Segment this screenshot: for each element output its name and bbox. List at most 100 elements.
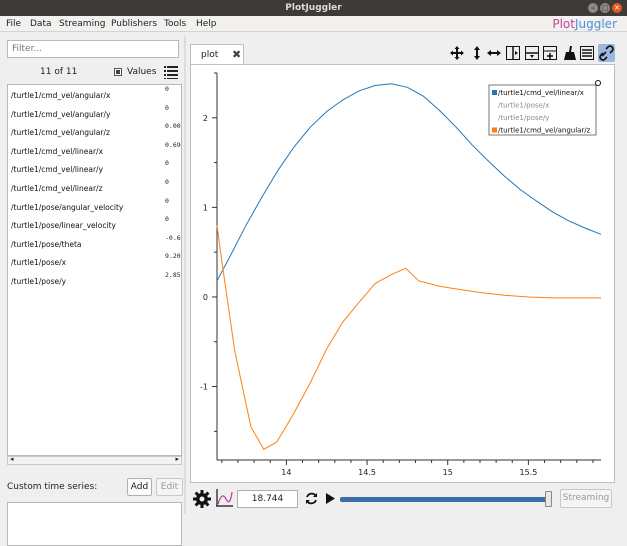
list-item[interactable]: /turtle1/cmd_vel/linear/z 0 (8, 178, 181, 196)
list-item[interactable]: /turtle1/pose/angular_velocity 0 (8, 196, 181, 215)
list-item[interactable]: /turtle1/pose/theta -0.62 (8, 233, 181, 252)
streaming-button[interactable]: Streaming (560, 489, 612, 508)
split-horizontal-icon[interactable] (506, 46, 520, 60)
legend-swatch (492, 127, 497, 133)
series-value: 9.20 (165, 252, 181, 261)
scroll-left-icon[interactable]: ◂ (10, 455, 14, 463)
plot-area[interactable]: -1 0 1 2 14 14.5 15 15.5 /turtle1/cmd_vel/linea… (190, 64, 615, 483)
edit-custom-button[interactable]: Edit (156, 478, 183, 496)
minimize-button[interactable]: – (588, 3, 598, 13)
x-tick-label: 15 (443, 468, 453, 477)
vertical-zoom-icon[interactable] (470, 46, 484, 60)
series-value: 0 (165, 159, 169, 168)
loop-icon[interactable] (304, 491, 319, 506)
menu-tools[interactable]: Tools (164, 16, 186, 32)
menu-help[interactable]: Help (196, 16, 217, 32)
move-icon[interactable] (450, 46, 464, 60)
series-line (216, 225, 601, 450)
menu-bar: File Data Streaming Publishers Tools Hel… (0, 16, 627, 32)
series-value: 0 (165, 85, 169, 93)
legend-entry: /turtle1/cmd_vel/angular/z (498, 127, 591, 135)
series-value: -0.62 (165, 233, 181, 242)
y-tick-label: 2 (203, 114, 208, 123)
values-checkbox[interactable] (114, 68, 122, 76)
x-tick-label: 15.5 (519, 468, 537, 477)
series-name: /turtle1/pose/linear_velocity (11, 221, 116, 231)
scroll-right-icon[interactable]: ▸ (175, 455, 179, 463)
time-slider[interactable] (340, 497, 550, 502)
timeseries-list[interactable]: /turtle1/cmd_vel/angular/x 0/turtle1/cmd_… (7, 84, 182, 456)
series-name: /turtle1/pose/angular_velocity (11, 202, 124, 212)
list-view-icon[interactable] (164, 65, 178, 79)
tab-plot[interactable]: plot ✖ (190, 44, 244, 66)
horizontal-scrollbar[interactable]: ◂ ▸ (7, 455, 182, 465)
legend-handle (595, 80, 601, 86)
list-item[interactable]: /turtle1/cmd_vel/angular/y 0 (8, 104, 181, 122)
series-name: /turtle1/cmd_vel/linear/x (11, 146, 104, 156)
filter-input[interactable] (7, 40, 179, 58)
series-name: /turtle1/pose/y (11, 277, 67, 286)
legend-icon[interactable] (580, 46, 594, 60)
legend-entry: /turtle1/cmd_vel/linear/x (498, 89, 584, 97)
menu-streaming[interactable]: Streaming (59, 16, 105, 32)
series-name: /turtle1/pose/theta (11, 239, 82, 249)
x-tick-label: 14.5 (358, 468, 376, 477)
custom-series-list[interactable] (7, 502, 182, 546)
panel-splitter[interactable] (184, 36, 186, 514)
title-bar: PlotJuggler – □ ✕ (0, 0, 627, 16)
series-name: /turtle1/cmd_vel/angular/x (11, 91, 111, 100)
app-logo: PlotJuggler (552, 17, 617, 31)
settings-gear-icon[interactable] (193, 490, 211, 508)
add-custom-button[interactable]: Add (127, 478, 152, 496)
legend-swatch (492, 90, 497, 95)
time-input[interactable]: 18.744 (237, 490, 298, 508)
tab-bar: plot ✖ (190, 40, 615, 66)
series-value: 0 (165, 196, 169, 205)
list-item[interactable]: /turtle1/cmd_vel/angular/x 0 (8, 85, 181, 103)
series-name: /turtle1/pose/x (11, 258, 67, 268)
menu-file[interactable]: File (6, 16, 21, 32)
tab-close-icon[interactable]: ✖ (232, 48, 241, 61)
close-button[interactable]: ✕ (612, 3, 622, 13)
list-item[interactable]: /turtle1/cmd_vel/linear/x 0.69 (8, 140, 181, 159)
menu-publishers[interactable]: Publishers (111, 16, 157, 32)
list-item[interactable]: /turtle1/pose/linear_velocity 0 (8, 215, 181, 233)
y-tick-label: 1 (203, 203, 208, 212)
tab-label: plot (201, 50, 219, 60)
series-count: 11 of 11 (40, 67, 78, 77)
series-value: 0.00 (165, 122, 181, 131)
y-tick-label: -1 (200, 383, 208, 392)
series-name: /turtle1/cmd_vel/linear/y (11, 165, 104, 175)
broom-icon[interactable] (562, 46, 576, 60)
legend-entry: /turtle1/pose/x (498, 102, 549, 110)
series-value: 0 (165, 178, 169, 186)
values-label: Values (127, 67, 157, 77)
window-title: PlotJuggler (285, 3, 342, 13)
series-value: 0 (165, 215, 169, 224)
menu-data[interactable]: Data (30, 16, 52, 32)
horizontal-zoom-icon[interactable] (487, 46, 501, 60)
list-item[interactable]: /turtle1/pose/y 2.85 (8, 271, 181, 289)
y-tick-label: 0 (203, 293, 208, 302)
time-ratio-icon[interactable] (215, 489, 233, 508)
list-item[interactable]: /turtle1/pose/x 9.20 (8, 252, 181, 270)
link-icon[interactable] (598, 44, 615, 62)
custom-series-label: Custom time series: (7, 482, 98, 492)
series-name: /turtle1/cmd_vel/angular/z (11, 128, 110, 138)
playback-bar: 18.744 Streaming (190, 486, 615, 512)
add-plot-icon[interactable] (543, 46, 557, 60)
play-icon[interactable] (324, 492, 336, 505)
series-name: /turtle1/cmd_vel/angular/y (11, 109, 111, 119)
line-chart[interactable]: -1 0 1 2 14 14.5 15 15.5 /turtle1/cmd_vel/linea… (191, 65, 616, 484)
series-value: 2.85 (165, 271, 181, 279)
series-name: /turtle1/cmd_vel/linear/z (11, 184, 103, 193)
legend-entry: /turtle1/pose/y (498, 114, 549, 122)
list-item[interactable]: /turtle1/cmd_vel/angular/z 0.00 (8, 122, 181, 140)
split-vertical-icon[interactable] (525, 46, 539, 60)
timeseries-panel: 11 of 11 Values /turtle1/cmd_vel/angular… (4, 36, 183, 546)
logo-part-juggler: Juggler (574, 17, 617, 31)
series-value: 0.69 (165, 140, 181, 149)
list-item[interactable]: /turtle1/cmd_vel/linear/y 0 (8, 159, 181, 177)
maximize-button[interactable]: □ (600, 3, 610, 13)
time-slider-handle[interactable] (545, 491, 552, 507)
